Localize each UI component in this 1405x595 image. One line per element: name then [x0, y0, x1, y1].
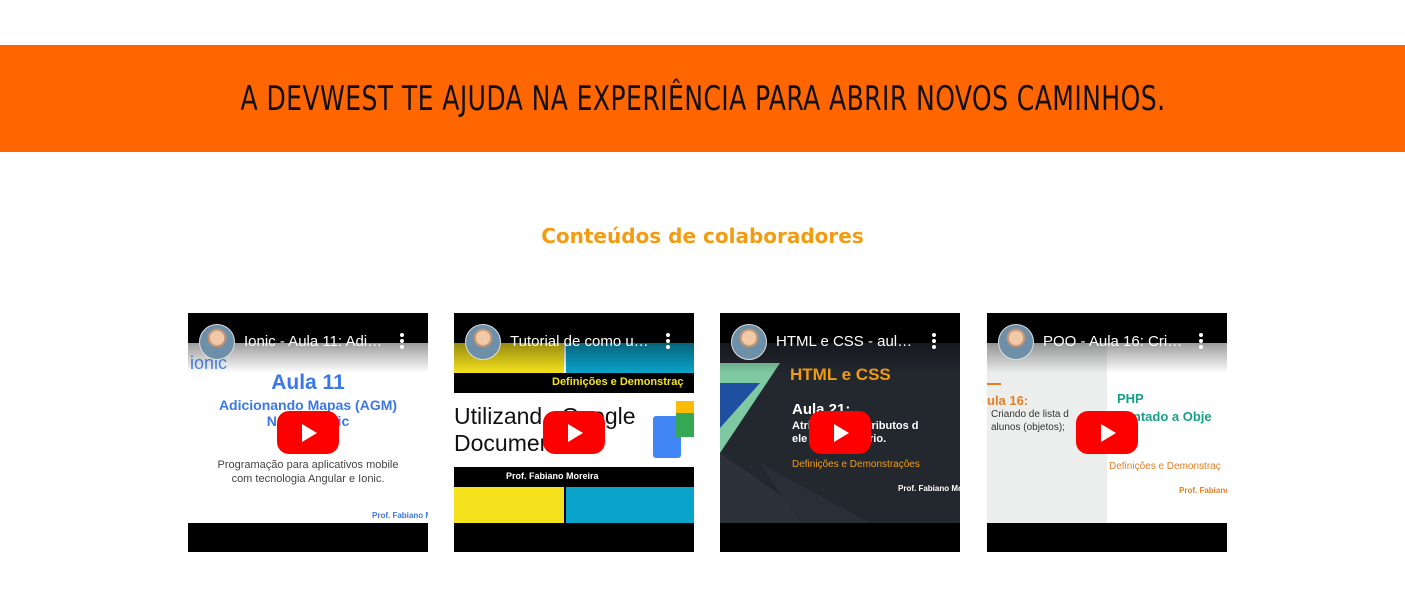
play-button[interactable]: [809, 411, 871, 454]
video-embed-2[interactable]: Definições e Demonstraç Utilizand Google…: [454, 313, 694, 552]
play-button[interactable]: [543, 411, 605, 454]
thumb-right: PHP: [1117, 391, 1144, 406]
thumb-desc: Criando de lista d: [991, 409, 1069, 420]
banner: A DEVWEST TE AJUDA NA EXPERIÊNCIA PARA A…: [0, 45, 1405, 152]
video-title[interactable]: Tutorial de como utilizar o Google Docum…: [510, 333, 650, 350]
thumb-block: [454, 487, 564, 523]
more-menu-icon[interactable]: [666, 333, 670, 349]
slides-icon: [676, 401, 694, 413]
thumb-line: Documen: [454, 430, 553, 456]
more-menu-icon[interactable]: [932, 333, 936, 349]
channel-avatar[interactable]: [731, 324, 767, 360]
thumb-desc: Programação para aplicativos mobile: [217, 459, 399, 471]
more-menu-icon[interactable]: [400, 333, 404, 349]
section-title: Conteúdos de colaboradores: [541, 224, 864, 248]
channel-avatar[interactable]: [998, 324, 1034, 360]
more-menu-icon[interactable]: [1199, 333, 1203, 349]
channel-avatar[interactable]: [199, 324, 235, 360]
play-button[interactable]: [277, 411, 339, 454]
thumb-heading: ula 16:: [987, 393, 1029, 408]
video-embed-4[interactable]: ula 16: Criando de lista d alunos (objet…: [987, 313, 1227, 552]
thumb-author: Prof. Fabiano Moreira: [506, 471, 599, 481]
thumb-strip-text: Definições e Demonstraç: [552, 376, 684, 388]
video-title[interactable]: HTML e CSS - aula 21: Atributos: [776, 333, 916, 350]
channel-avatar[interactable]: [465, 324, 501, 360]
thumb-desc: alunos (objetos);: [991, 422, 1065, 433]
video-embed-1[interactable]: ionic Aula 11 Adicionando Mapas (AGM) Na…: [188, 313, 428, 552]
thumb-heading: Aula 11: [271, 371, 345, 394]
play-button[interactable]: [1076, 411, 1138, 454]
thumb-author: Prof. Fabiano Mo: [898, 484, 960, 493]
video-embed-3[interactable]: HTML e CSS Aula 21: Atri tras e atributo…: [720, 313, 960, 552]
thumb-accent: [987, 383, 1001, 385]
banner-text: A DEVWEST TE AJUDA NA EXPERIÊNCIA PARA A…: [240, 78, 1165, 119]
video-title[interactable]: POO - Aula 16: Criando de lista de aluno…: [1043, 333, 1183, 350]
thumb-desc: com tecnologia Angular e Ionic.: [231, 473, 385, 485]
video-title[interactable]: Ionic - Aula 11: Adicionando Mapas (AGM)…: [244, 333, 384, 350]
thumb-block: [566, 487, 694, 523]
thumb-author: Prof. Fabiano: [1179, 486, 1227, 495]
thumb-footer: Definições e Demonstraç: [1109, 461, 1221, 472]
thumb-footer: Definições e Demonstrações: [792, 459, 920, 470]
thumb-divider: [564, 487, 566, 523]
thumb-author: Prof. Fabiano M: [372, 511, 428, 520]
